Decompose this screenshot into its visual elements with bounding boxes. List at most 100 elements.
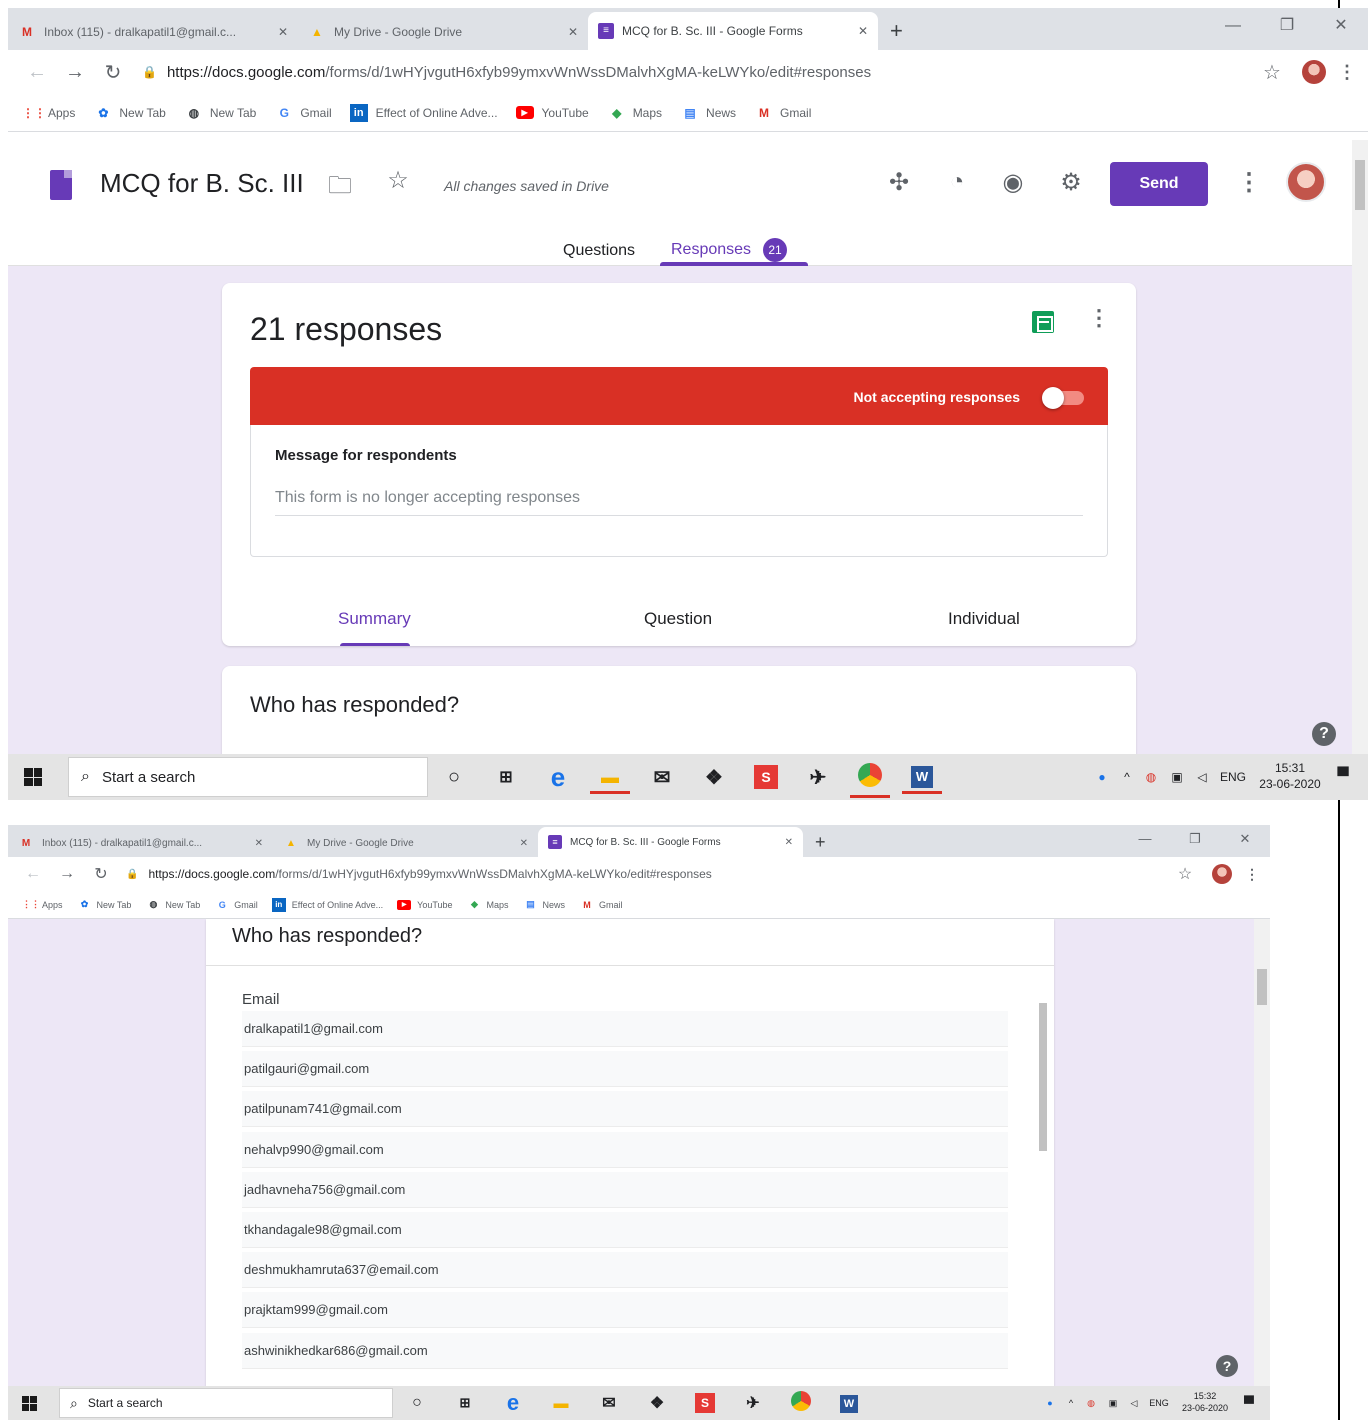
bookmark-new-tab-2[interactable]: ◍ New Tab (184, 106, 257, 120)
menu-icon[interactable]: ⋮ (1242, 866, 1262, 883)
taskbar-search[interactable]: ⌕ Start a search (68, 757, 428, 797)
address-bar[interactable]: 🔒 https://docs.google.com/forms/d/1wHYjv… (132, 56, 1252, 88)
address-bar[interactable]: 🔒 https://docs.google.com/forms/d/1wHYjv… (118, 861, 1168, 887)
folder-icon[interactable]: 🗀 (324, 168, 356, 209)
close-icon[interactable]: ✕ (568, 25, 578, 39)
close-icon[interactable]: ✕ (520, 838, 528, 849)
word-icon[interactable]: W (896, 766, 948, 794)
chrome-icon[interactable] (777, 1390, 825, 1416)
tray-help-icon[interactable]: ● (1038, 1398, 1062, 1408)
restore-icon[interactable]: ❐ (1170, 825, 1220, 853)
bookmark-gmail-google[interactable]: G Gmail (214, 900, 258, 910)
tray-app-icon[interactable]: ◍ (1080, 1398, 1102, 1409)
minimize-icon[interactable]: — (1120, 825, 1170, 853)
subtab-individual[interactable]: Individual (948, 609, 1020, 629)
sheets-icon[interactable] (1032, 311, 1054, 333)
tray-app-icon[interactable]: ◍ (1138, 770, 1164, 784)
bookmark-youtube[interactable]: ▶ YouTube (515, 106, 589, 120)
task-view-icon[interactable]: ⊞ (480, 767, 532, 787)
bookmark-news[interactable]: ▤ News (523, 899, 565, 910)
chevron-up-icon[interactable]: ^ (1116, 770, 1138, 784)
tab-forms[interactable]: ≡ MCQ for B. Sc. III - Google Forms ✕ (538, 827, 803, 857)
scanner-icon[interactable]: ✈ (729, 1393, 777, 1413)
red-app-icon[interactable]: S (681, 1393, 729, 1413)
settings-gear-icon[interactable]: ⚙ (1054, 168, 1088, 197)
language-indicator[interactable]: ENG (1214, 770, 1252, 784)
forms-logo-icon[interactable] (50, 170, 72, 200)
bookmark-apps[interactable]: ⋮⋮ Apps (22, 106, 75, 120)
accepting-responses-toggle[interactable] (1042, 387, 1086, 409)
task-view-icon[interactable]: ⊞ (441, 1395, 489, 1411)
bookmark-linkedin[interactable]: in Effect of Online Adve... (349, 103, 498, 122)
new-tab-button[interactable]: + (803, 827, 838, 857)
start-windows-icon[interactable] (22, 1395, 37, 1411)
tray-help-icon[interactable]: ● (1088, 770, 1116, 784)
mail-icon[interactable]: ✉ (585, 1393, 633, 1413)
red-app-icon[interactable]: S (740, 765, 792, 789)
close-window-icon[interactable]: ✕ (1220, 825, 1270, 853)
scanner-icon[interactable]: ✈ (792, 765, 844, 790)
language-indicator[interactable]: ENG (1144, 1398, 1174, 1408)
profile-avatar[interactable] (1302, 60, 1326, 84)
bookmark-maps[interactable]: ◆ Maps (607, 106, 662, 120)
form-title[interactable]: MCQ for B. Sc. III (100, 168, 304, 199)
account-avatar[interactable] (1286, 162, 1326, 202)
forward-icon[interactable]: → (56, 61, 94, 84)
network-icon[interactable]: ▣ (1164, 770, 1190, 784)
tab-drive[interactable]: ▲ My Drive - Google Drive ✕ (273, 829, 538, 857)
clock[interactable]: 15:32 23-06-2020 (1174, 1391, 1236, 1414)
bookmark-linkedin[interactable]: in Effect of Online Adve... (271, 897, 383, 912)
notification-icon[interactable]: ▀ (1236, 1395, 1262, 1411)
volume-icon[interactable]: ◁ (1124, 1398, 1144, 1409)
subtab-question[interactable]: Question (644, 609, 712, 629)
bookmark-maps[interactable]: ◆ Maps (467, 899, 508, 910)
back-icon[interactable]: ← (18, 61, 56, 84)
new-tab-button[interactable]: + (878, 12, 915, 50)
cortana-icon[interactable]: ○ (428, 766, 480, 789)
profile-avatar[interactable] (1212, 864, 1232, 884)
dropbox-icon[interactable]: ❖ (688, 765, 740, 790)
star-icon[interactable]: ☆ (1168, 864, 1202, 884)
tab-gmail[interactable]: M Inbox (115) - dralkapatil1@gmail.c... … (8, 829, 273, 857)
subtab-summary[interactable]: Summary (338, 609, 411, 629)
dropbox-icon[interactable]: ❖ (633, 1393, 681, 1413)
mail-icon[interactable]: ✉ (636, 765, 688, 790)
help-icon[interactable]: ? (1312, 722, 1336, 746)
bookmark-new-tab[interactable]: ✿ New Tab (93, 106, 166, 120)
bookmark-new-tab-2[interactable]: ◍ New Tab (145, 899, 200, 910)
star-icon[interactable]: ☆ (1252, 60, 1292, 85)
clock[interactable]: 15:31 23-06-2020 (1252, 761, 1328, 792)
close-window-icon[interactable]: ✕ (1314, 8, 1368, 44)
tab-questions[interactable]: Questions (563, 242, 635, 260)
page-scrollbar[interactable] (1254, 919, 1270, 1386)
reload-icon[interactable]: ↻ (94, 60, 132, 85)
tab-drive[interactable]: ▲ My Drive - Google Drive ✕ (298, 14, 588, 50)
bookmark-new-tab[interactable]: ✿ New Tab (77, 899, 132, 910)
send-button[interactable]: Send (1110, 162, 1208, 206)
notification-icon[interactable]: ▀ (1328, 768, 1358, 786)
tab-gmail[interactable]: M Inbox (115) - dralkapatil1@gmail.c... … (8, 14, 298, 50)
close-icon[interactable]: ✕ (785, 837, 793, 848)
minimize-icon[interactable]: — (1206, 8, 1260, 44)
chrome-icon[interactable] (844, 762, 896, 798)
more-options-icon[interactable]: ⋮ (1088, 305, 1110, 331)
bookmark-gmail-google[interactable]: G Gmail (274, 106, 332, 120)
email-list-scrollbar[interactable] (1036, 991, 1050, 1363)
menu-icon[interactable]: ⋮ (1336, 62, 1358, 83)
bookmark-apps[interactable]: ⋮⋮ Apps (22, 899, 63, 910)
network-icon[interactable]: ▣ (1102, 1398, 1124, 1409)
close-icon[interactable]: ✕ (858, 24, 868, 38)
page-scrollbar[interactable] (1352, 140, 1368, 754)
star-icon[interactable]: ☆ (382, 166, 414, 195)
preview-eye-icon[interactable]: ◉ (996, 168, 1030, 197)
palette-icon[interactable]: ◔ (940, 168, 974, 196)
restore-icon[interactable]: ❐ (1260, 8, 1314, 44)
bookmark-news[interactable]: ▤ News (680, 106, 736, 120)
volume-icon[interactable]: ◁ (1190, 770, 1214, 784)
tab-forms[interactable]: ≡ MCQ for B. Sc. III - Google Forms ✕ (588, 12, 878, 50)
chevron-up-icon[interactable]: ^ (1062, 1398, 1080, 1408)
tab-responses[interactable]: Responses 21 (671, 238, 788, 262)
cortana-icon[interactable]: ○ (393, 1394, 441, 1412)
close-icon[interactable]: ✕ (278, 25, 288, 39)
word-icon[interactable]: W (825, 1394, 873, 1413)
